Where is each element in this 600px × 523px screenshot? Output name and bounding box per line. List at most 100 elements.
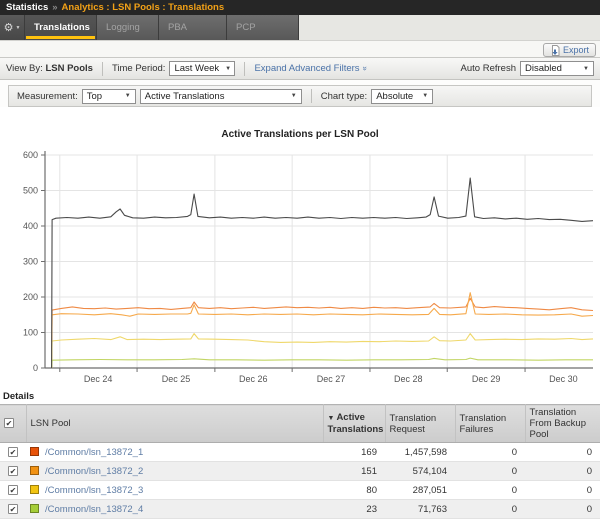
x-tick-label: Dec 28 <box>394 374 423 384</box>
view-by-label: View By: <box>6 63 43 74</box>
chart-type-label: Chart type: <box>321 91 367 102</box>
dropdown-arrow-icon: ▼ <box>291 93 297 99</box>
time-period-label: Time Period: <box>112 63 166 74</box>
series-color-swatch <box>30 447 39 456</box>
row-checkbox[interactable]: ✔ <box>8 485 18 495</box>
dropdown-arrow-icon: ▼ <box>583 66 589 72</box>
column-label: Translation From Backup Pool <box>530 407 587 440</box>
cell-request: 287,051 <box>385 481 455 500</box>
column-label: LSN Pool <box>31 418 71 429</box>
dropdown-arrow-icon: ▼ <box>422 93 428 99</box>
cell-backup: 0 <box>525 481 600 500</box>
cell-failures: 0 <box>455 443 525 462</box>
table-row: ✔Overall4232,390,51600 <box>0 519 600 523</box>
cell-failures: 0 <box>455 519 525 523</box>
y-tick-label: 600 <box>23 150 38 160</box>
cell-active: 423 <box>323 519 385 523</box>
measurement-bar-wrap: Measurement: Top ▼ Active Translations ▼… <box>0 80 600 107</box>
row-checkbox[interactable]: ✔ <box>8 447 18 457</box>
cell-failures: 0 <box>455 500 525 519</box>
tab-translations[interactable]: Translations <box>25 15 96 40</box>
column-header-active-translations[interactable]: ▼Active Translations <box>323 405 385 443</box>
chart-section: Active Translations per LSN Pool 0100200… <box>0 107 600 389</box>
cell-request: 2,390,516 <box>385 519 455 523</box>
x-tick-label: Dec 29 <box>472 374 501 384</box>
auto-refresh-label: Auto Refresh <box>461 63 516 74</box>
table-row: ✔/Common/lsn_13872_11691,457,59800 <box>0 443 600 462</box>
breadcrumb: Statistics » Analytics : LSN Pools : Tra… <box>0 0 600 15</box>
filter-bar: View By: LSN Pools Time Period: Last Wee… <box>0 57 600 80</box>
row-checkbox[interactable]: ✔ <box>8 504 18 514</box>
chart-series-3 <box>52 358 593 368</box>
line-chart: 0100200300400500600Dec 24Dec 25Dec 26Dec… <box>0 147 600 384</box>
pool-link[interactable]: /Common/lsn_13872_3 <box>45 485 143 496</box>
tab-pcp[interactable]: PCP <box>227 15 298 40</box>
separator <box>102 62 103 76</box>
table-header-row: ✔ LSN Pool ▼Active Translations Translat… <box>0 405 600 443</box>
time-period-select[interactable]: Last Week ▼ <box>169 61 235 76</box>
breadcrumb-section: Statistics <box>6 2 48 13</box>
column-header-translation-backup[interactable]: Translation From Backup Pool <box>525 405 600 443</box>
cell-failures: 0 <box>455 462 525 481</box>
cell-active: 80 <box>323 481 385 500</box>
gear-icon: ⚙ <box>4 21 14 34</box>
cell-request: 71,763 <box>385 500 455 519</box>
cell-request: 1,457,598 <box>385 443 455 462</box>
gear-menu-button[interactable]: ⚙ ▼ <box>0 15 24 40</box>
tab-label: PCP <box>236 22 256 33</box>
chart-series-2 <box>52 334 593 368</box>
details-table: ✔ LSN Pool ▼Active Translations Translat… <box>0 404 600 523</box>
dropdown-arrow-icon: ▼ <box>125 93 131 99</box>
measurement-top-select[interactable]: Top ▼ <box>82 89 136 104</box>
cell-backup: 0 <box>525 500 600 519</box>
measurement-metric-select[interactable]: Active Translations ▼ <box>140 89 302 104</box>
measurement-top-value: Top <box>87 91 102 102</box>
series-color-swatch <box>30 466 39 475</box>
export-row: Export <box>0 41 600 57</box>
export-icon <box>550 45 560 56</box>
tab-logging[interactable]: Logging <box>97 15 158 40</box>
series-color-swatch <box>30 504 39 513</box>
chart-type-select[interactable]: Absolute ▼ <box>371 89 433 104</box>
tab-strip: ⚙ ▼ Translations Logging PBA PCP <box>0 15 600 41</box>
cell-active: 23 <box>323 500 385 519</box>
pool-link[interactable]: /Common/lsn_13872_1 <box>45 447 143 458</box>
expand-advanced-filters-link[interactable]: Expand Advanced Filters» <box>254 63 367 74</box>
column-header-translation-request[interactable]: Translation Request <box>385 405 455 443</box>
cell-backup: 0 <box>525 462 600 481</box>
chevron-down-icon: ▼ <box>15 25 20 31</box>
column-header-pool[interactable]: LSN Pool <box>26 405 323 443</box>
tab-label: Logging <box>106 22 140 33</box>
table-row: ✔/Common/lsn_13872_380287,05100 <box>0 481 600 500</box>
auto-refresh-select[interactable]: Disabled ▼ <box>520 61 594 76</box>
cell-backup: 0 <box>525 443 600 462</box>
table-row: ✔/Common/lsn_13872_2151574,10400 <box>0 462 600 481</box>
tab-label: PBA <box>168 22 187 33</box>
pool-link[interactable]: /Common/lsn_13872_4 <box>45 504 143 515</box>
y-tick-label: 100 <box>23 328 38 338</box>
breadcrumb-separator: » <box>52 2 57 13</box>
table-row: ✔/Common/lsn_13872_42371,76300 <box>0 500 600 519</box>
column-label: Translation Request <box>390 413 437 435</box>
y-tick-label: 500 <box>23 186 38 196</box>
row-checkbox[interactable]: ✔ <box>8 466 18 476</box>
separator <box>311 89 312 103</box>
column-label: Active Translations <box>328 412 384 435</box>
double-chevron-icon: » <box>360 66 369 70</box>
sort-descending-icon: ▼ <box>328 415 335 422</box>
export-button[interactable]: Export <box>543 43 596 57</box>
chart-type-value: Absolute <box>376 91 413 102</box>
cell-active: 151 <box>323 462 385 481</box>
pool-link[interactable]: /Common/lsn_13872_2 <box>45 466 143 477</box>
tab-pba[interactable]: PBA <box>159 15 226 40</box>
select-all-checkbox[interactable]: ✔ <box>4 418 14 428</box>
tab-strip-filler <box>299 15 600 40</box>
view-by-value: LSN Pools <box>45 63 93 74</box>
column-header-translation-failures[interactable]: Translation Failures <box>455 405 525 443</box>
y-tick-label: 300 <box>23 257 38 267</box>
breadcrumb-trail: Analytics : LSN Pools : Translations <box>62 2 225 13</box>
measurement-bar: Measurement: Top ▼ Active Translations ▼… <box>8 85 592 107</box>
measurement-label: Measurement: <box>17 91 78 102</box>
y-tick-label: 400 <box>23 221 38 231</box>
cell-request: 574,104 <box>385 462 455 481</box>
